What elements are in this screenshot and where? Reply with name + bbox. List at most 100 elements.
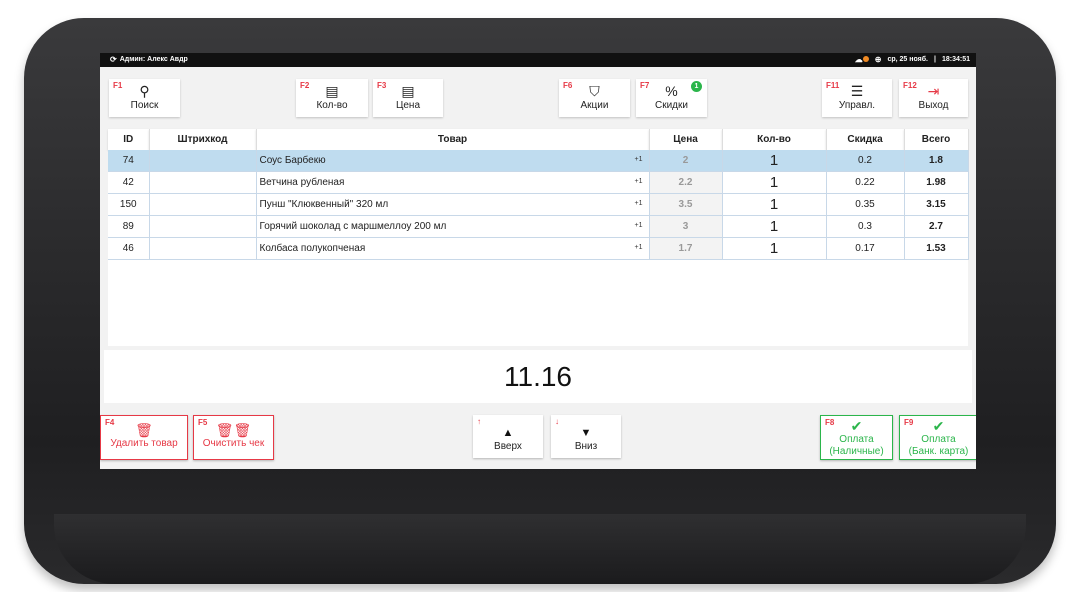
scroll-up-button[interactable]: ↑ ▲ Вверх [473, 415, 543, 458]
hotkey-f1: F1 [113, 81, 123, 90]
triangle-down-icon: ▼ [580, 427, 592, 439]
cloud-sync-icon[interactable]: ☁ [855, 55, 869, 64]
cell-total: 1.8 [904, 150, 969, 172]
cell-barcode [149, 171, 257, 194]
delete-item-label: Удалить товар [110, 438, 178, 449]
column-header-discount[interactable]: Скидка [826, 129, 905, 150]
status-date: ср, 25 нояб. [887, 56, 928, 63]
status-bar: ⟳ Админ: Алекс Авдр ☁ ⊕ ср, 25 нояб. | 1… [100, 53, 976, 67]
scroll-down-button[interactable]: ↓ ▼ Вниз [551, 415, 621, 458]
cell-price: 3.5 [649, 193, 723, 216]
column-header-total[interactable]: Всего [904, 129, 969, 150]
cell-id: 150 [108, 193, 150, 216]
pay-card-label: Оплата [921, 434, 956, 445]
search-button[interactable]: F1 ⚲ Поиск [109, 79, 180, 117]
cell-barcode [149, 215, 257, 238]
clear-check-button[interactable]: F5 🗑🗑 Очистить чек [193, 415, 274, 460]
table-row[interactable]: 74 Соус Барбекю +1 2 1 0.2 1.8 [108, 150, 969, 172]
cell-discount: 0.35 [826, 193, 905, 216]
hotkey-f6: F6 [563, 81, 573, 90]
cell-total: 1.98 [904, 171, 969, 194]
cell-total: 2.7 [904, 215, 969, 238]
device-bezel-bottom [54, 514, 1026, 584]
refresh-icon[interactable]: ⟳ [110, 55, 117, 64]
product-name: Соус Барбекю [259, 155, 326, 166]
manage-button[interactable]: F11 ☰ Управл. [822, 79, 892, 117]
table-header: ID Штрихкод Товар Цена Кол-во Скидка Все… [108, 129, 969, 150]
cell-product: Горячий шоколад с маршмеллоу 200 мл +1 [256, 215, 650, 238]
hotkey-f12: F12 [903, 81, 917, 90]
exit-button[interactable]: F12 ⇥ Выход [899, 79, 968, 117]
increment-label[interactable]: +1 [635, 222, 643, 229]
promos-button[interactable]: F6 ⛉ Акции [559, 79, 630, 117]
cell-total: 3.15 [904, 193, 969, 216]
hotkey-up: ↑ [477, 417, 481, 426]
cell-product: Колбаса полукопченая +1 [256, 237, 650, 260]
quantity-label: Кол-во [316, 100, 348, 111]
cell-quantity[interactable]: 1 [722, 171, 827, 194]
cell-product: Ветчина рубленая +1 [256, 171, 650, 194]
hotkey-f9: F9 [904, 418, 914, 427]
cell-barcode [149, 150, 257, 172]
increment-label[interactable]: +1 [635, 244, 643, 251]
cell-price: 1.7 [649, 237, 723, 260]
product-name: Колбаса полукопченая [259, 243, 366, 254]
manage-label: Управл. [838, 100, 876, 111]
scroll-down-label: Вниз [574, 441, 598, 452]
cell-id: 74 [108, 150, 150, 172]
column-header-barcode[interactable]: Штрихкод [149, 129, 257, 150]
status-separator: | [934, 56, 936, 63]
pos-screen: ⟳ Админ: Алекс Авдр ☁ ⊕ ср, 25 нояб. | 1… [100, 53, 976, 469]
hotkey-f11: F11 [826, 81, 840, 90]
cell-quantity[interactable]: 1 [722, 193, 827, 216]
receipt-table: ID Штрихкод Товар Цена Кол-во Скидка Все… [108, 129, 969, 346]
promos-label: Акции [580, 100, 609, 111]
cell-discount: 0.3 [826, 215, 905, 238]
table-row[interactable]: 89 Горячий шоколад с маршмеллоу 200 мл +1… [108, 215, 969, 238]
discounts-badge: 1 [691, 81, 702, 92]
status-time: 18:34:51 [941, 56, 970, 63]
user-label: Админ: Алекс Авдр [119, 56, 188, 63]
price-button[interactable]: F3 ▤ Цена [373, 79, 443, 117]
table-row[interactable]: 46 Колбаса полукопченая +1 1.7 1 0.17 1.5… [108, 237, 969, 260]
exit-label: Выход [918, 100, 949, 111]
product-name: Пунш "Клюквенный" 320 мл [259, 199, 389, 210]
clear-check-label: Очистить чек [202, 438, 265, 449]
cell-product: Соус Барбекю +1 [256, 150, 650, 172]
hotkey-f3: F3 [377, 81, 387, 90]
pay-cash-button[interactable]: F8 ✔ Оплата (Наличные) [820, 415, 893, 460]
hotkey-f7: F7 [640, 81, 650, 90]
price-label: Цена [395, 100, 421, 111]
column-header-product[interactable]: Товар [256, 129, 650, 150]
cell-discount: 0.2 [826, 150, 905, 172]
table-row[interactable]: 42 Ветчина рубленая +1 2.2 1 0.22 1.98 [108, 171, 969, 194]
quantity-button[interactable]: F2 ▤ Кол-во [296, 79, 368, 117]
receipt-total: 11.16 [104, 350, 972, 403]
cell-id: 89 [108, 215, 150, 238]
cell-quantity[interactable]: 1 [722, 237, 827, 260]
hotkey-f8: F8 [825, 418, 835, 427]
cell-quantity[interactable]: 1 [722, 215, 827, 238]
column-header-id[interactable]: ID [108, 129, 150, 150]
increment-label[interactable]: +1 [635, 156, 643, 163]
column-header-quantity[interactable]: Кол-во [722, 129, 827, 150]
cell-price: 3 [649, 215, 723, 238]
cell-quantity[interactable]: 1 [722, 150, 827, 172]
cell-total: 1.53 [904, 237, 969, 260]
increment-label[interactable]: +1 [635, 178, 643, 185]
discounts-button[interactable]: F7 1 % Скидки [636, 79, 707, 117]
globe-icon[interactable]: ⊕ [875, 55, 882, 64]
cell-barcode [149, 193, 257, 216]
table-row[interactable]: 150 Пунш "Клюквенный" 320 мл +1 3.5 1 0.3… [108, 193, 969, 216]
product-name: Ветчина рубленая [259, 177, 345, 188]
pay-card-button[interactable]: F9 ✔ Оплата (Банк. карта) [899, 415, 976, 460]
cell-price: 2 [649, 150, 723, 172]
hotkey-f4: F4 [105, 418, 115, 427]
delete-item-button[interactable]: F4 🗑 Удалить товар [100, 415, 188, 460]
column-header-price[interactable]: Цена [649, 129, 723, 150]
cell-product: Пунш "Клюквенный" 320 мл +1 [256, 193, 650, 216]
cell-id: 46 [108, 237, 150, 260]
increment-label[interactable]: +1 [635, 200, 643, 207]
cell-price: 2.2 [649, 171, 723, 194]
cell-discount: 0.22 [826, 171, 905, 194]
